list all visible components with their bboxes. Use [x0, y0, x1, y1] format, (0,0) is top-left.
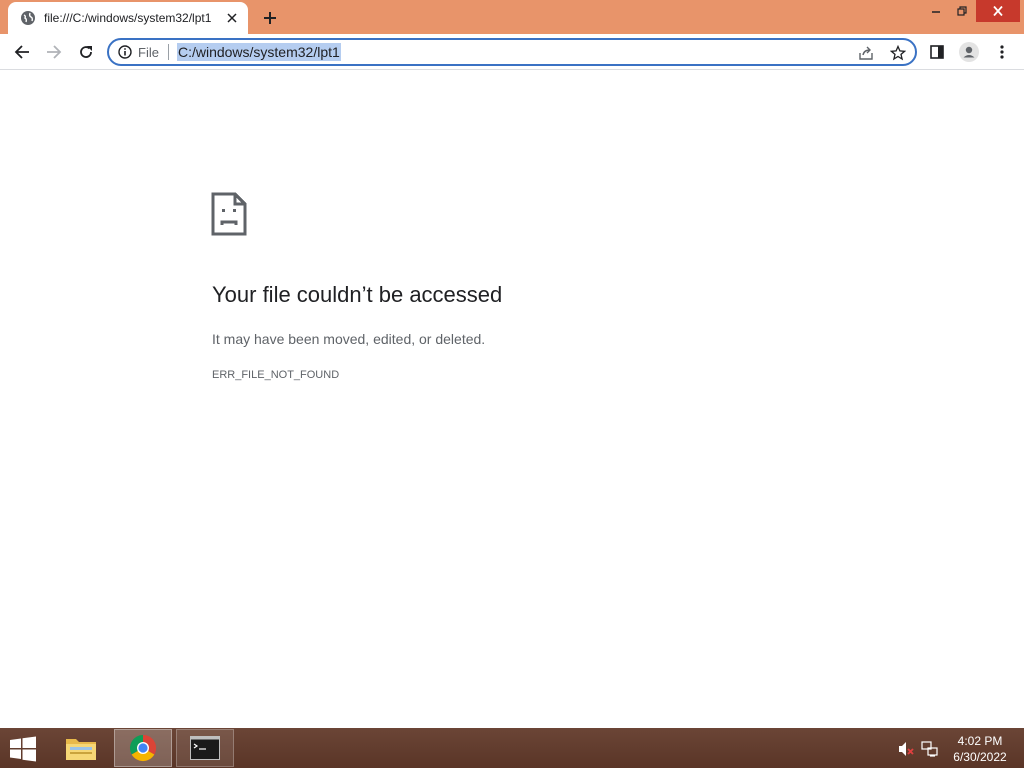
site-info-button[interactable]: File: [118, 45, 159, 60]
volume-muted-icon[interactable]: [897, 740, 915, 758]
clock-date: 6/30/2022: [953, 750, 1007, 764]
profile-icon[interactable]: [957, 40, 981, 64]
cmd-icon: [190, 736, 220, 760]
chrome-taskbar-button[interactable]: [114, 729, 172, 767]
chrome-icon: [129, 734, 157, 762]
network-icon[interactable]: [921, 740, 939, 758]
sad-file-icon: [211, 192, 247, 236]
restore-icon[interactable]: [950, 0, 974, 22]
close-icon[interactable]: [224, 10, 240, 26]
globe-icon: [20, 10, 36, 26]
address-bar[interactable]: File C:/windows/system32/lpt1: [107, 38, 917, 66]
window-close-button[interactable]: [976, 0, 1020, 22]
reload-icon[interactable]: [74, 40, 98, 64]
minimize-icon[interactable]: [924, 0, 948, 22]
windows-start-icon[interactable]: [8, 736, 38, 762]
side-panel-icon[interactable]: [925, 40, 949, 64]
error-description: It may have been moved, edited, or delet…: [212, 331, 486, 347]
error-title: Your file couldn’t be accessed: [212, 282, 503, 307]
title-bar: file:///C:/windows/system32/lpt1: [0, 0, 1024, 34]
back-icon[interactable]: [10, 40, 34, 64]
site-label: File: [138, 44, 159, 60]
info-icon: [118, 45, 132, 59]
file-explorer-button[interactable]: [52, 729, 110, 767]
error-code: ERR_FILE_NOT_FOUND: [212, 369, 340, 381]
star-icon[interactable]: [887, 42, 909, 64]
command-prompt-button[interactable]: [176, 729, 234, 767]
forward-icon[interactable]: [42, 40, 66, 64]
clock-time: 4:02 PM: [957, 734, 1003, 748]
taskbar-clock[interactable]: 4:02 PM 6/30/2022: [940, 733, 1020, 765]
taskbar: [0, 728, 1024, 768]
active-tab[interactable]: file:///C:/windows/system32/lpt1: [8, 2, 248, 34]
menu-icon[interactable]: [990, 40, 1014, 64]
url-text[interactable]: C:/windows/system32/lpt1: [176, 43, 341, 61]
share-icon[interactable]: [855, 42, 877, 64]
tab-title: file:///C:/windows/system32/lpt1: [44, 11, 212, 25]
page-content: Your file couldn’t be accessed It may ha…: [0, 70, 1024, 728]
plus-icon[interactable]: [260, 8, 280, 28]
browser-toolbar: File C:/windows/system32/lpt1: [0, 34, 1024, 70]
folder-icon: [64, 733, 98, 763]
omnibox-separator: [167, 44, 169, 60]
